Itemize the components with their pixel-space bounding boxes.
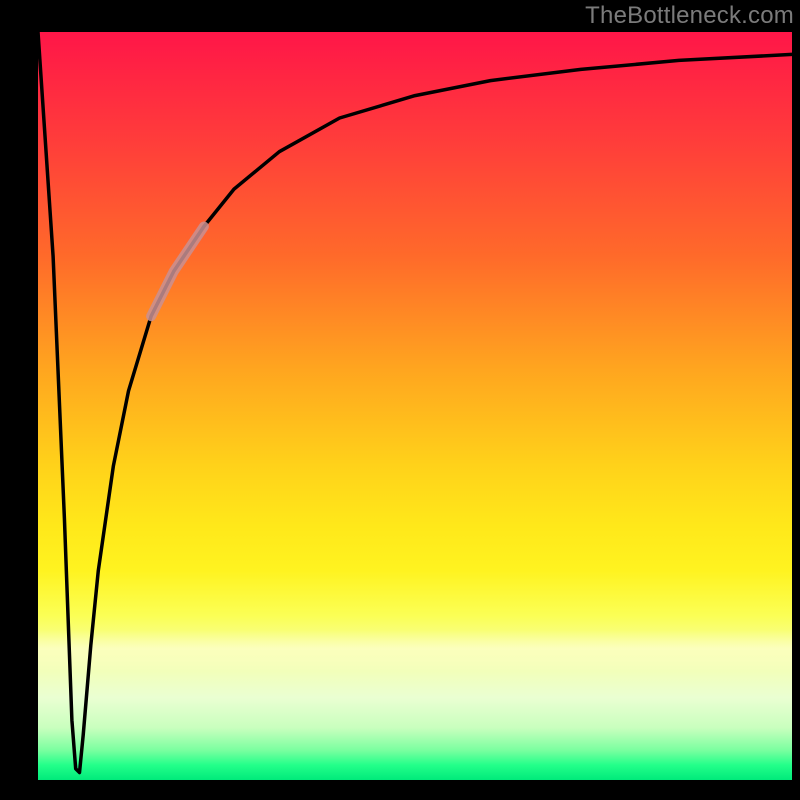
chart-frame: TheBottleneck.com (0, 0, 800, 800)
watermark-text: TheBottleneck.com (585, 2, 794, 30)
plot-gradient-background (38, 32, 792, 780)
